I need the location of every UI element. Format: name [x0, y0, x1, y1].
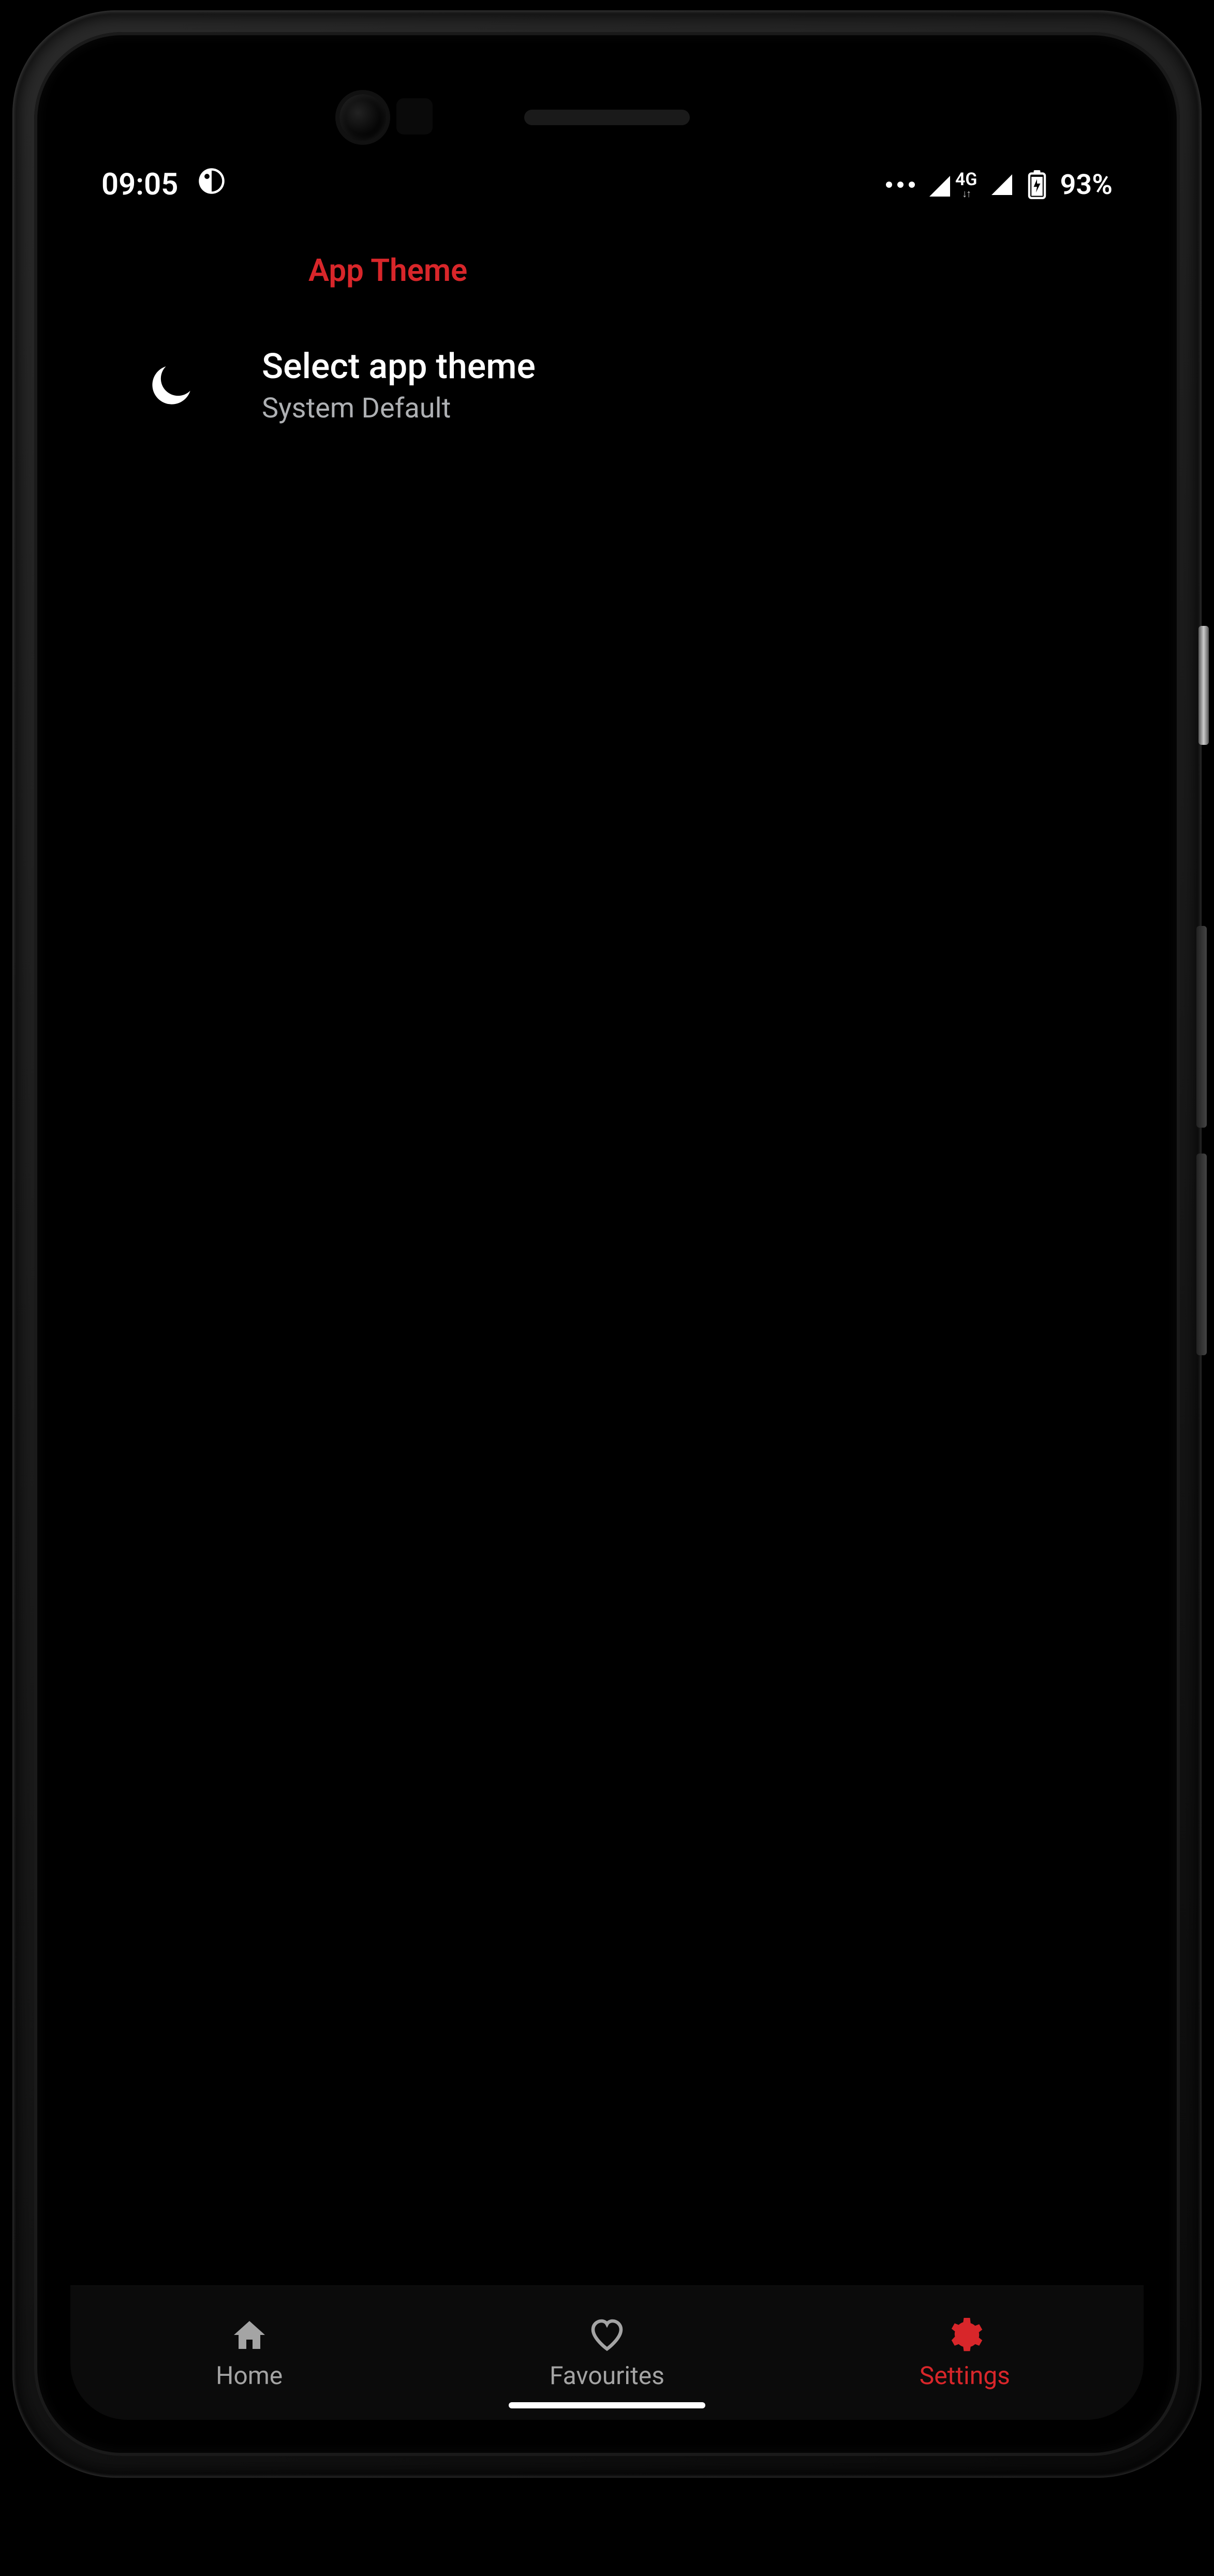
- nav-home[interactable]: Home: [70, 2286, 428, 2420]
- status-app-icon: [198, 167, 226, 203]
- bottom-nav: Home Favourites Settings: [70, 2285, 1144, 2420]
- speaker-grill: [524, 110, 690, 125]
- select-theme-row[interactable]: Select app theme System Default: [70, 346, 1144, 425]
- setting-value: System Default: [262, 392, 536, 425]
- section-title: App Theme: [70, 252, 1144, 289]
- content-area: App Theme Select app theme System Defaul…: [70, 221, 1144, 2285]
- signal-4g-icon: 4G ↓↑: [927, 171, 978, 199]
- data-arrows-icon: ↓↑: [962, 188, 970, 199]
- nav-settings[interactable]: Settings: [786, 2286, 1144, 2420]
- moon-icon: [143, 360, 200, 411]
- status-time: 09:05: [101, 167, 178, 202]
- heart-icon: [588, 2316, 626, 2354]
- camera-icon: [339, 94, 386, 141]
- gesture-handle[interactable]: [509, 2402, 705, 2408]
- nav-favourites-label: Favourites: [550, 2361, 664, 2390]
- setting-title: Select app theme: [262, 346, 536, 387]
- status-bar: 09:05 4G ↓↑: [70, 148, 1144, 221]
- nav-favourites[interactable]: Favourites: [428, 2286, 786, 2420]
- side-button-top: [1198, 626, 1209, 745]
- signal-icon: [989, 172, 1014, 197]
- phone-bezel: 09:05 4G ↓↑: [34, 32, 1180, 2456]
- status-right: 4G ↓↑ 93%: [886, 169, 1113, 201]
- side-button-vol-down: [1196, 1154, 1207, 1355]
- gear-icon: [946, 2316, 983, 2354]
- nav-home-label: Home: [216, 2361, 283, 2390]
- sensor-icon: [396, 98, 433, 134]
- canvas: 09:05 4G ↓↑: [0, 0, 1214, 2576]
- status-left: 09:05: [101, 167, 226, 203]
- side-button-vol-up: [1196, 926, 1207, 1128]
- phone-frame: 09:05 4G ↓↑: [12, 10, 1202, 2478]
- battery-percent: 93%: [1060, 169, 1113, 201]
- setting-text: Select app theme System Default: [262, 346, 536, 425]
- nav-settings-label: Settings: [920, 2361, 1010, 2390]
- battery-icon: [1027, 170, 1047, 199]
- more-icon: [886, 182, 915, 188]
- network-type-label: 4G ↓↑: [955, 171, 978, 199]
- screen: 09:05 4G ↓↑: [70, 148, 1144, 2420]
- home-icon: [231, 2316, 268, 2354]
